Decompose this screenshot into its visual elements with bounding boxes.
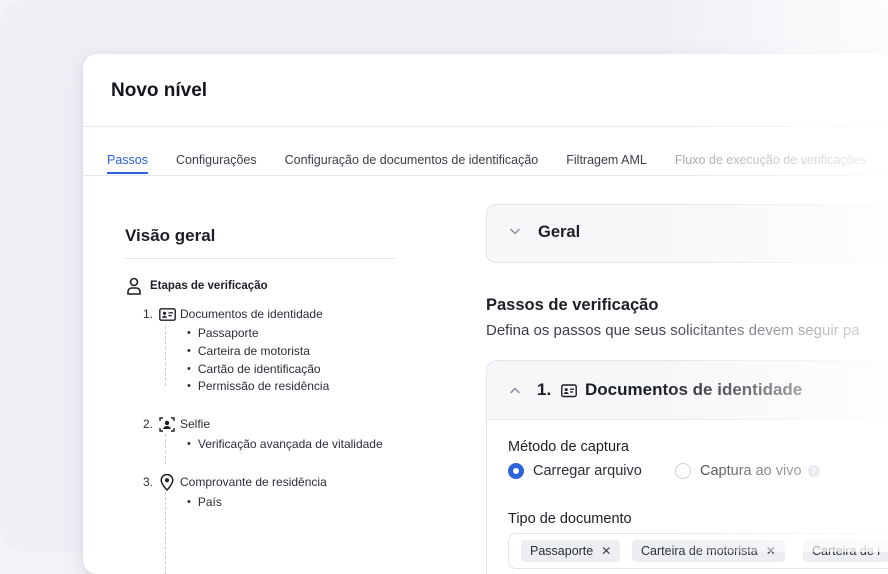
step-label: Comprovante de residência xyxy=(180,475,327,489)
overview-title: Visão geral xyxy=(125,226,216,245)
overview-heading-label: Etapas de verificação xyxy=(150,280,268,292)
document-type-tag: Carteira de motorista ✕ xyxy=(632,540,785,562)
tab-check-flow[interactable]: Fluxo de execução de verificações xyxy=(675,153,867,174)
tab-id-docs-config[interactable]: Configuração de documentos de identifica… xyxy=(285,153,539,174)
general-section-header[interactable]: Geral xyxy=(486,204,888,263)
step-connector xyxy=(165,326,166,386)
radio-label: Captura ao vivo xyxy=(700,463,802,479)
window-title: Novo nível xyxy=(111,80,208,101)
radio-unselected[interactable] xyxy=(675,463,691,479)
document-type-tag: Carteira de i xyxy=(803,540,888,562)
overview-heading: Etapas de verificação xyxy=(126,277,268,295)
close-icon[interactable]: ✕ xyxy=(601,544,611,558)
document-type-label: Tipo de documento xyxy=(508,511,632,527)
help-icon[interactable]: ? xyxy=(807,465,820,477)
list-item: Permissão de residência xyxy=(187,379,329,393)
steps-title: Passos de verificação xyxy=(486,296,659,314)
id-documents-header[interactable]: 1. Documentos de identidade xyxy=(487,361,888,420)
step-label: Selfie xyxy=(180,417,211,431)
tab-aml-screening[interactable]: Filtragem AML xyxy=(566,153,647,174)
step-label: Documentos de identidade xyxy=(180,307,323,321)
list-item: País xyxy=(187,495,222,509)
radio-label: Carregar arquivo xyxy=(533,463,642,479)
chevron-up-icon xyxy=(509,387,521,394)
tabs-divider xyxy=(83,175,888,176)
chevron-down-icon xyxy=(509,228,521,235)
list-item: Verificação avançada de vitalidade xyxy=(187,437,383,451)
radio-upload-file[interactable]: Carregar arquivo xyxy=(508,463,642,479)
selfie-icon xyxy=(157,416,177,432)
step-connector xyxy=(165,492,166,574)
steps-description: Defina os passos que seus solicitantes d… xyxy=(486,322,860,339)
radio-selected[interactable] xyxy=(508,463,524,479)
tab-settings[interactable]: Configurações xyxy=(176,153,257,174)
step-connector xyxy=(165,434,166,464)
section-title: Documentos de identidade xyxy=(585,380,803,399)
tag-label: Passaporte xyxy=(530,544,594,558)
overview-step[interactable]: 2. Selfie xyxy=(143,416,210,432)
radio-live-capture[interactable]: Captura ao vivo ? xyxy=(675,463,820,479)
step-number: 3. xyxy=(143,475,154,489)
overview-divider xyxy=(125,258,395,259)
overview-step[interactable]: 1. Documentos de identidade xyxy=(143,306,323,322)
general-section-label: Geral xyxy=(538,223,581,241)
list-item: Passaporte xyxy=(187,326,259,340)
close-icon[interactable]: ✕ xyxy=(766,544,776,558)
id-documents-section: 1. Documentos de identidade Método de ca… xyxy=(486,360,888,574)
level-editor-window: Novo nível Passos Configurações Configur… xyxy=(83,54,888,574)
id-card-icon xyxy=(157,306,177,322)
section-number: 1. xyxy=(537,380,552,399)
id-card-icon xyxy=(561,384,577,398)
document-type-select[interactable]: Passaporte ✕ Carteira de motorista ✕ Car… xyxy=(508,533,888,569)
person-icon xyxy=(127,277,141,295)
list-item: Cartão de identificação xyxy=(187,362,321,376)
list-item: Carteira de motorista xyxy=(187,344,310,358)
document-type-tag: Passaporte ✕ xyxy=(521,540,621,562)
tab-bar: Passos Configurações Configuração de doc… xyxy=(107,153,888,174)
capture-method-label: Método de captura xyxy=(508,439,629,455)
overview-step[interactable]: 3. Comprovante de residência xyxy=(143,473,327,491)
tag-label: Carteira de motorista xyxy=(641,544,758,558)
step-number: 1. xyxy=(143,307,154,321)
title-divider xyxy=(83,126,888,127)
tag-label: Carteira de i xyxy=(812,544,881,558)
tab-steps[interactable]: Passos xyxy=(107,153,148,174)
step-number: 2. xyxy=(143,417,154,431)
location-pin-icon xyxy=(157,473,177,491)
